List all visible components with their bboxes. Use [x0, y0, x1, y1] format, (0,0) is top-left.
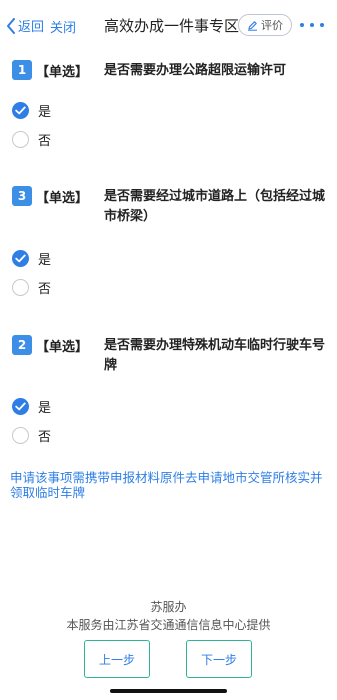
option-no[interactable]: 否: [12, 426, 51, 445]
radio-checked-icon[interactable]: [12, 102, 29, 119]
chevron-left-icon: [7, 17, 15, 34]
result-notice: 申请该事项需携带申报材料原件去申请地市交管所核实并领取临时车牌: [10, 470, 323, 500]
question-text: 是否需要办理公路超限运输许可: [104, 63, 287, 78]
back-label: 返回: [18, 20, 45, 35]
question-header: 1 【单选】 是否需要办理公路超限运输许可: [12, 60, 327, 80]
option-label: 否: [38, 430, 52, 445]
question-header: 2 【单选】 是否需要办理特殊机动车临时行驶车号牌: [12, 335, 327, 373]
question-block: 3 【单选】 是否需要经过城市道路上（包括经过城市桥梁）: [12, 186, 327, 224]
footer-brand: 苏服办: [150, 600, 187, 614]
back-button[interactable]: 返回: [6, 16, 44, 35]
option-label: 是: [38, 401, 52, 416]
question-number-badge: 2: [12, 335, 32, 355]
option-no[interactable]: 否: [12, 278, 51, 297]
review-button[interactable]: 评价: [238, 14, 292, 36]
edit-icon: [248, 20, 257, 31]
radio-unchecked-icon[interactable]: [12, 131, 29, 148]
question-type-label: 【单选】: [36, 191, 89, 206]
next-step-button[interactable]: 下一步: [186, 640, 252, 678]
question-type-label: 【单选】: [36, 65, 89, 80]
review-label: 评价: [261, 19, 283, 32]
option-label: 是: [38, 253, 52, 268]
question-block: 1 【单选】 是否需要办理公路超限运输许可: [12, 60, 327, 80]
radio-unchecked-icon[interactable]: [12, 427, 29, 444]
option-no[interactable]: 否: [12, 130, 51, 149]
option-label: 否: [38, 134, 52, 149]
radio-checked-icon[interactable]: [12, 398, 29, 415]
close-button[interactable]: 关闭: [50, 17, 76, 36]
option-yes[interactable]: 是: [12, 397, 51, 416]
previous-step-button[interactable]: 上一步: [84, 640, 150, 678]
navigation-bar: 返回 关闭 高效办成一件事专区 评价: [0, 0, 337, 52]
radio-unchecked-icon[interactable]: [12, 279, 29, 296]
dot-icon: [320, 23, 324, 27]
option-yes[interactable]: 是: [12, 101, 51, 120]
question-header: 3 【单选】 是否需要经过城市道路上（包括经过城市桥梁）: [12, 186, 327, 224]
question-text: 是否需要经过城市道路上（包括经过城市桥梁）: [104, 189, 326, 224]
question-text: 是否需要办理特殊机动车临时行驶车号牌: [104, 338, 326, 373]
page-title: 高效办成一件事专区: [104, 17, 240, 35]
question-number-badge: 3: [12, 186, 32, 206]
question-type-label: 【单选】: [36, 340, 89, 355]
footer-provider-text: 本服务由江苏省交通通信信息中心提供: [66, 618, 271, 632]
more-options-button[interactable]: [300, 15, 324, 35]
radio-checked-icon[interactable]: [12, 250, 29, 267]
home-indicator: [110, 689, 227, 693]
question-block: 2 【单选】 是否需要办理特殊机动车临时行驶车号牌: [12, 335, 327, 373]
option-label: 否: [38, 282, 52, 297]
dot-icon: [310, 23, 314, 27]
option-yes[interactable]: 是: [12, 249, 51, 268]
dot-icon: [300, 23, 304, 27]
option-label: 是: [38, 105, 52, 120]
question-number-badge: 1: [12, 60, 32, 80]
